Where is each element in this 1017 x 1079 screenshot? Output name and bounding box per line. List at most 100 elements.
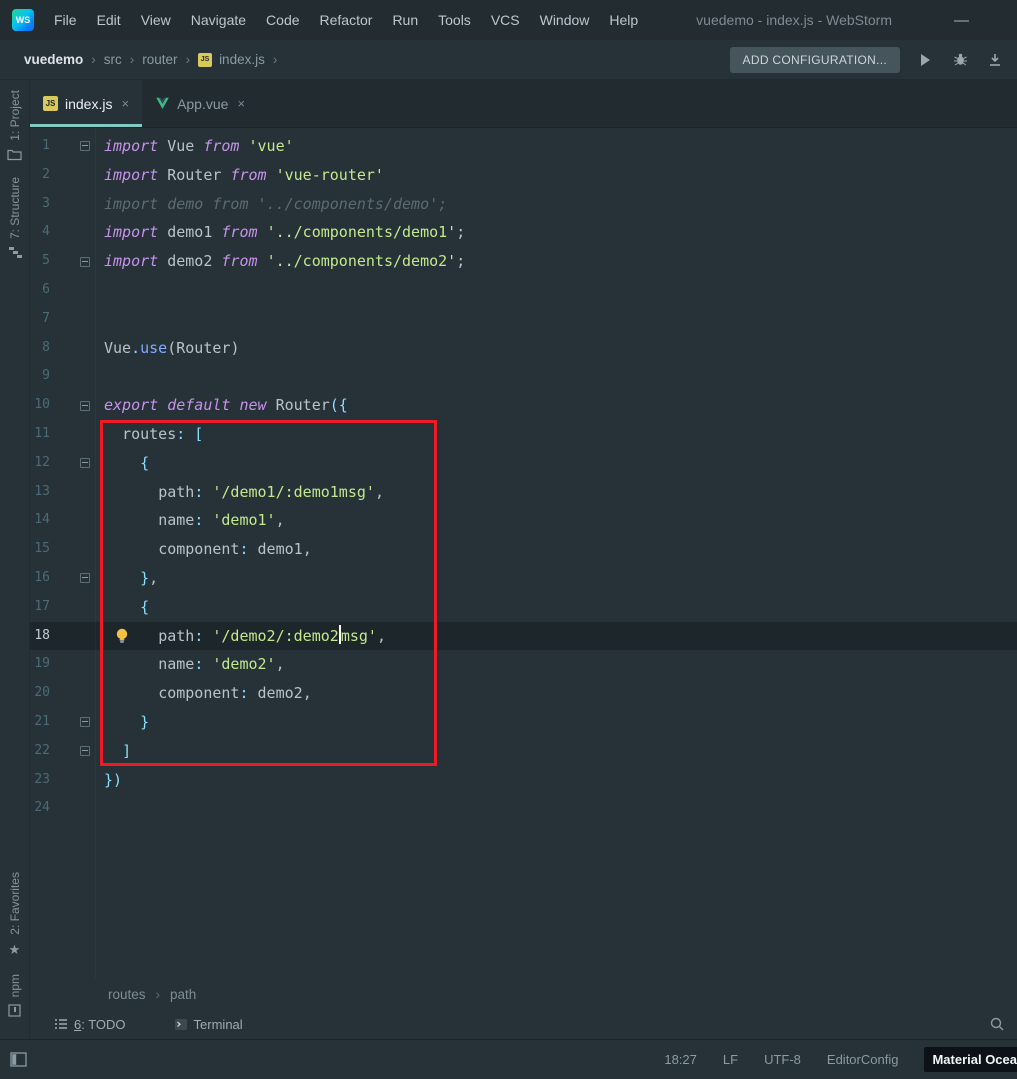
code-line-12[interactable]: 12 { [30, 449, 1017, 478]
code-line-16[interactable]: 16 }, [30, 564, 1017, 593]
editor-tab-bar: JS index.js × App.vue × [30, 80, 1017, 128]
breadcrumb-file[interactable]: index.js [217, 50, 267, 69]
js-file-icon: JS [43, 96, 58, 111]
menu-tools[interactable]: Tools [428, 8, 481, 32]
fold-marker-icon[interactable] [80, 458, 90, 469]
terminal-label: Terminal [193, 1016, 243, 1032]
layout-toggle-icon[interactable] [10, 1052, 27, 1067]
code-line-3[interactable]: 3 import demo from '../components/demo'; [30, 190, 1017, 219]
close-tab-icon[interactable]: × [121, 96, 129, 111]
code-line-13[interactable]: 13 path: '/demo1/:demo1msg', [30, 478, 1017, 507]
code-line-15[interactable]: 15 component: demo1, [30, 535, 1017, 564]
menu-navigate[interactable]: Navigate [181, 8, 256, 32]
breadcrumb-src[interactable]: src [102, 50, 124, 69]
debug-bug-icon[interactable] [950, 50, 970, 70]
fold-marker-icon[interactable] [80, 141, 90, 152]
breadcrumb-separator: › [91, 52, 96, 67]
tool-window-npm[interactable]: npm [8, 974, 22, 1017]
project-tool-label: 1: Project [7, 90, 22, 141]
caret-position[interactable]: 18:27 [664, 1052, 697, 1067]
intention-bulb-icon[interactable] [114, 627, 130, 645]
code-line-4[interactable]: 4 import demo1 from '../components/demo1'… [30, 218, 1017, 247]
code-text: import demo1 from '../components/demo1'; [104, 223, 466, 242]
breadcrumb-routes[interactable]: routes [108, 987, 146, 1002]
menu-refactor[interactable]: Refactor [310, 8, 383, 32]
menu-vcs[interactable]: VCS [481, 8, 530, 32]
fold-marker-icon[interactable] [80, 717, 90, 728]
code-line-11[interactable]: 11 routes: [ [30, 420, 1017, 449]
menu-edit[interactable]: Edit [87, 8, 131, 32]
code-line-9[interactable]: 9 [30, 362, 1017, 391]
webstorm-logo-icon: WS [12, 9, 34, 31]
fold-marker-icon[interactable] [80, 400, 90, 411]
code-line-14[interactable]: 14 name: 'demo1', [30, 506, 1017, 535]
code-line-17[interactable]: 17 { [30, 593, 1017, 622]
breadcrumb-path[interactable]: path [170, 987, 196, 1002]
minimize-button[interactable]: — [944, 12, 979, 29]
code-line-23[interactable]: 23}) [30, 766, 1017, 795]
menu-run[interactable]: Run [382, 8, 428, 32]
run-icon[interactable] [915, 50, 935, 70]
code-line-24[interactable]: 24 [30, 794, 1017, 823]
line-number: 3 [42, 195, 50, 211]
search-everywhere-icon[interactable] [987, 1014, 1007, 1034]
breadcrumb-project[interactable]: vuedemo [22, 50, 85, 69]
terminal-tool-button[interactable]: Terminal [168, 1017, 249, 1032]
file-encoding[interactable]: UTF-8 [764, 1052, 801, 1067]
line-number: 17 [34, 598, 50, 614]
editorconfig-widget[interactable]: EditorConfig [827, 1052, 899, 1067]
gutter: 10 [30, 391, 95, 420]
star-icon: ★ [8, 941, 21, 957]
tool-window-project[interactable]: 1: Project [7, 90, 22, 161]
code-text: path: '/demo2/:demo2 msg', [158, 625, 386, 645]
tool-window-structure[interactable]: 7: Structure [8, 177, 22, 259]
line-number: 24 [34, 800, 50, 816]
code-line-19[interactable]: 19 name: 'demo2', [30, 650, 1017, 679]
line-number: 5 [42, 253, 50, 269]
code-text: }, [140, 568, 159, 587]
menu-view[interactable]: View [131, 8, 181, 32]
editor-breadcrumbs: routes › path [30, 979, 1017, 1009]
line-number: 6 [42, 281, 50, 297]
code-line-8[interactable]: 8 Vue.use(Router) [30, 334, 1017, 363]
todo-tool-button[interactable]: 6: TODO [48, 1017, 132, 1032]
code-line-22[interactable]: 22 ] [30, 737, 1017, 766]
line-separator[interactable]: LF [723, 1052, 738, 1067]
theme-widget[interactable]: Material Ocea [924, 1047, 1017, 1072]
folder-icon [7, 148, 22, 161]
menu-code[interactable]: Code [256, 8, 309, 32]
code-line-20[interactable]: 20 component: demo2, [30, 679, 1017, 708]
code-line-5[interactable]: 5 import demo2 from '../components/demo2'… [30, 247, 1017, 276]
code-line-10[interactable]: 10 export default new Router({ [30, 391, 1017, 420]
tool-window-favorites[interactable]: 2: Favorites ★ [8, 872, 22, 958]
tab-app-vue[interactable]: App.vue × [142, 80, 258, 127]
line-number: 22 [34, 742, 50, 758]
menu-window[interactable]: Window [530, 8, 600, 32]
code-line-6[interactable]: 6 [30, 276, 1017, 305]
add-configuration-button[interactable]: ADD CONFIGURATION... [729, 46, 900, 73]
close-tab-icon[interactable]: × [237, 96, 245, 111]
menu-help[interactable]: Help [599, 8, 648, 32]
line-number: 9 [42, 368, 50, 384]
code-line-1[interactable]: 1 import Vue from 'vue' [30, 132, 1017, 161]
code-line-21[interactable]: 21 } [30, 708, 1017, 737]
tab-index-js[interactable]: JS index.js × [30, 80, 143, 127]
code-editor[interactable]: 1 import Vue from 'vue' 2 import Router fro… [30, 128, 1017, 979]
code-line-18[interactable]: 18 path: '/demo2/:demo2 msg', [30, 621, 1017, 651]
fold-marker-icon[interactable] [80, 573, 90, 584]
update-project-icon[interactable] [985, 50, 1005, 70]
code-line-7[interactable]: 7 [30, 305, 1017, 334]
menu-file[interactable]: File [44, 8, 87, 32]
breadcrumb-router[interactable]: router [140, 50, 179, 69]
fold-marker-icon[interactable] [80, 256, 90, 267]
npm-box-icon [8, 1004, 21, 1017]
code-line-2[interactable]: 2 import Router from 'vue-router' [30, 161, 1017, 190]
fold-marker-icon[interactable] [80, 746, 90, 757]
gutter: 13 [30, 478, 95, 507]
